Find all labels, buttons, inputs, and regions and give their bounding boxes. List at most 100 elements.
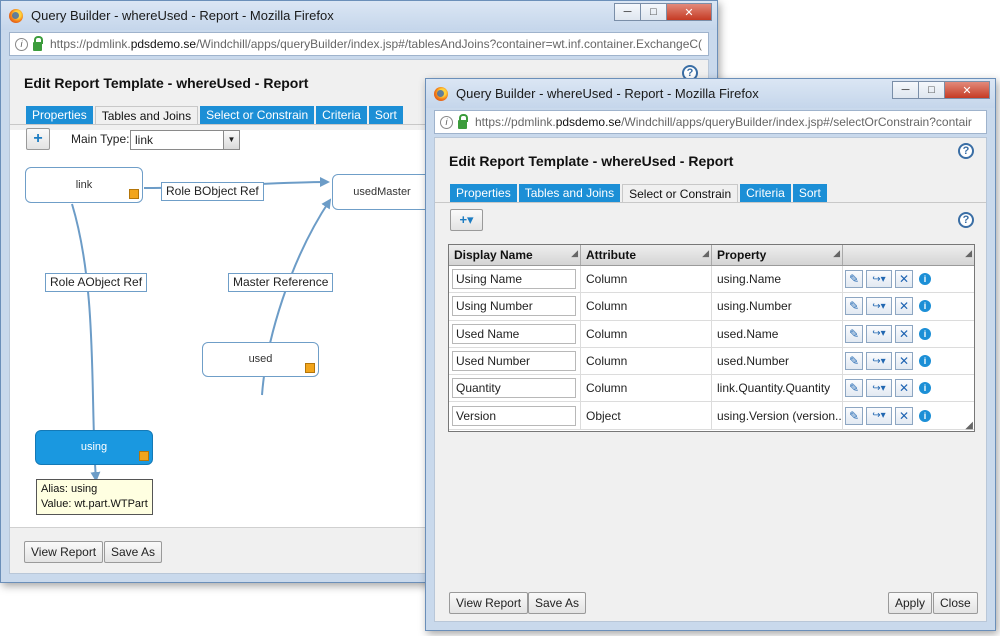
node-label: usedMaster	[353, 186, 411, 198]
info-icon[interactable]: i	[919, 300, 931, 313]
table-row: Used Number Column used.Number ✎ ↪▾ ✕ i	[449, 347, 974, 376]
table-node-link[interactable]: link	[25, 167, 143, 203]
property-cell: used.Number	[712, 347, 843, 375]
tab-tables-and-joins[interactable]: Tables and Joins	[518, 184, 621, 202]
delete-icon[interactable]: ✕	[895, 406, 913, 425]
tab-properties[interactable]: Properties	[26, 106, 93, 124]
info-icon[interactable]: i	[919, 355, 931, 368]
info-icon[interactable]: i	[440, 115, 453, 129]
join-icon[interactable]: ↪▾	[866, 379, 892, 398]
tab-criteria[interactable]: Criteria	[316, 106, 367, 124]
column-header-property[interactable]: Property ◢	[712, 245, 843, 265]
attribute-cell: Column	[581, 293, 712, 320]
tab-select-or-constrain[interactable]: Select or Constrain	[200, 106, 315, 124]
table-row: Using Name Column using.Name ✎ ↪▾ ✕ i	[449, 266, 974, 294]
tab-sort[interactable]: Sort	[368, 106, 403, 124]
column-header-display-name[interactable]: Display Name ◢	[449, 245, 581, 265]
join-icon[interactable]: ↪▾	[866, 352, 892, 371]
display-name-input[interactable]: Used Name	[452, 323, 576, 344]
attribute-cell: Column	[581, 320, 712, 347]
table-node-used[interactable]: used	[202, 342, 319, 377]
close-window-button[interactable]: ✕	[666, 3, 712, 21]
info-icon[interactable]: i	[15, 37, 28, 51]
tab-bar: Properties Tables and Joins Select or Co…	[450, 184, 829, 202]
apply-button[interactable]: Apply	[888, 592, 933, 614]
save-as-button[interactable]: Save As	[104, 541, 163, 563]
tab-criteria[interactable]: Criteria	[740, 184, 791, 202]
join-icon[interactable]: ↪▾	[866, 406, 892, 425]
join-icon[interactable]: ↪▾	[866, 324, 892, 343]
delete-icon[interactable]: ✕	[895, 324, 913, 343]
delete-icon[interactable]: ✕	[895, 270, 913, 289]
view-report-button[interactable]: View Report	[449, 592, 529, 614]
close-button[interactable]: Close	[933, 592, 978, 614]
tooltip-alias: Alias: using	[41, 483, 98, 495]
table-node-using[interactable]: using	[35, 430, 153, 465]
edit-icon[interactable]: ✎	[845, 324, 863, 343]
url-bar[interactable]: i https://pdmlink.pdsdemo.se/Windchill/a…	[434, 110, 987, 134]
display-name-input[interactable]: Using Number	[452, 296, 576, 317]
view-report-button[interactable]: View Report	[24, 541, 104, 563]
property-cell: using.Name	[712, 266, 843, 293]
edit-icon[interactable]: ✎	[845, 406, 863, 425]
node-label: link	[75, 179, 93, 191]
edit-icon[interactable]: ✎	[845, 270, 863, 289]
close-window-button[interactable]: ✕	[944, 81, 990, 99]
node-handle[interactable]	[129, 189, 139, 199]
delete-icon[interactable]: ✕	[895, 297, 913, 316]
join-icon[interactable]: ↪▾	[866, 270, 892, 289]
maximize-button[interactable]: □	[918, 81, 945, 99]
url-bar[interactable]: i https://pdmlink.pdsdemo.se/Windchill/a…	[9, 32, 709, 56]
edit-icon[interactable]: ✎	[845, 297, 863, 316]
window-titlebar[interactable]: Query Builder - whereUsed - Report - Moz…	[1, 1, 717, 30]
resize-grip-icon[interactable]: ◢	[965, 420, 973, 431]
column-header-attribute[interactable]: Attribute ◢	[581, 245, 712, 265]
tab-properties[interactable]: Properties	[450, 184, 517, 202]
info-icon[interactable]: i	[919, 382, 931, 395]
tab-tables-and-joins[interactable]: Tables and Joins	[94, 106, 199, 124]
node-label: used	[248, 353, 273, 365]
node-handle[interactable]	[139, 451, 149, 461]
lock-icon	[33, 35, 43, 51]
url-text[interactable]: https://pdmlink.pdsdemo.se/Windchill/app…	[475, 115, 972, 129]
edit-icon[interactable]: ✎	[845, 379, 863, 398]
property-cell: using.Number	[712, 293, 843, 320]
edge-label-master-ref[interactable]: Master Reference	[228, 273, 334, 292]
add-column-button[interactable]: +▾	[450, 209, 483, 231]
delete-icon[interactable]: ✕	[895, 352, 913, 371]
window-titlebar[interactable]: Query Builder - whereUsed - Report - Moz…	[426, 79, 995, 108]
node-handle[interactable]	[305, 363, 315, 373]
minimize-button[interactable]: ─	[614, 3, 641, 21]
columns-table: Display Name ◢ Attribute ◢ Property ◢ ◢ Usi…	[448, 244, 975, 432]
info-icon[interactable]: i	[919, 409, 931, 422]
tab-bar: Properties Tables and Joins Select or Co…	[26, 106, 405, 124]
display-name-input[interactable]: Used Number	[452, 351, 576, 372]
tab-select-or-constrain[interactable]: Select or Constrain	[622, 184, 739, 202]
firefox-icon	[434, 87, 448, 101]
edit-icon[interactable]: ✎	[845, 352, 863, 371]
save-as-button[interactable]: Save As	[528, 592, 587, 614]
table-node-used-master[interactable]: usedMaster	[332, 174, 432, 210]
tab-divider	[435, 202, 986, 203]
report-title: Edit Report Template - whereUsed - Repor…	[24, 75, 309, 91]
window-controls: ─ □ ✕	[892, 81, 990, 99]
edge-label-role-b[interactable]: Role BObject Ref	[161, 182, 264, 201]
help-icon[interactable]: ?	[958, 143, 974, 159]
info-icon[interactable]: i	[919, 327, 931, 340]
tab-sort[interactable]: Sort	[792, 184, 827, 202]
minimize-button[interactable]: ─	[892, 81, 919, 99]
help-icon[interactable]: ?	[958, 212, 974, 228]
table-row: Version Object using.Version (version...…	[449, 402, 974, 430]
url-text[interactable]: https://pdmlink.pdsdemo.se/Windchill/app…	[50, 37, 702, 51]
column-header-actions[interactable]: ◢	[843, 245, 974, 265]
report-content: Edit Report Template - whereUsed - Repor…	[434, 137, 987, 622]
join-icon[interactable]: ↪▾	[866, 297, 892, 316]
edge-label-role-a[interactable]: Role AObject Ref	[45, 273, 148, 292]
display-name-input[interactable]: Quantity	[452, 378, 576, 399]
display-name-input[interactable]: Version	[452, 405, 576, 426]
display-name-input[interactable]: Using Name	[452, 269, 576, 290]
delete-icon[interactable]: ✕	[895, 379, 913, 398]
attribute-cell: Column	[581, 375, 712, 402]
info-icon[interactable]: i	[919, 273, 931, 286]
maximize-button[interactable]: □	[640, 3, 667, 21]
